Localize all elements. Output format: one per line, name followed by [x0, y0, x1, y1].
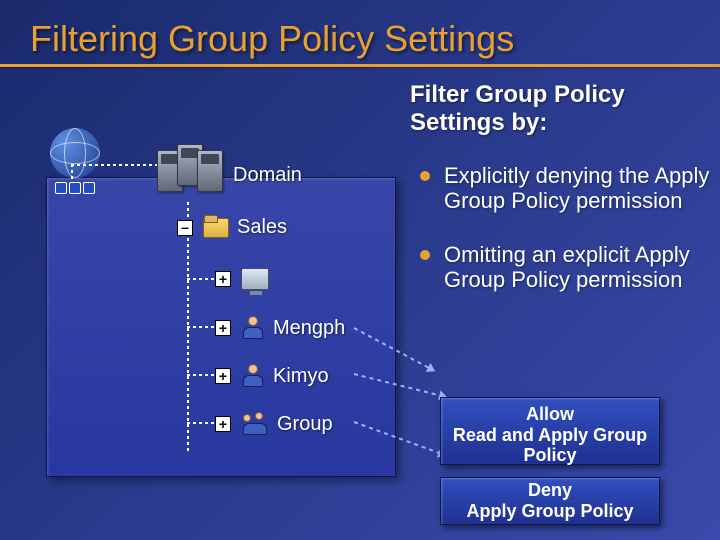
connector-line [71, 164, 157, 166]
permission-deny-box: Deny Apply Group Policy [440, 477, 660, 525]
bullet-dot-icon [420, 171, 430, 181]
perm-line: Allow [445, 404, 655, 425]
tree-node-computer: + [215, 268, 277, 290]
tree-node-group: + Group [215, 412, 333, 436]
node-label: Sales [237, 216, 287, 239]
computer-icon [241, 268, 269, 290]
perm-line: Apply Group Policy [466, 501, 633, 522]
group-icon [241, 412, 269, 436]
expand-icon: + [215, 271, 231, 287]
domain-label: Domain [233, 164, 302, 187]
collapse-icon: – [177, 220, 193, 236]
expand-icon: + [215, 320, 231, 336]
user-icon [241, 316, 265, 340]
domain-servers-icon [157, 144, 227, 198]
perm-line: Policy [445, 445, 655, 466]
tree-node-sales: – Sales [177, 216, 287, 239]
connector-line [187, 326, 215, 328]
perm-line: Read and Apply Group [445, 425, 655, 446]
bullet-text: Omitting an explicit Apply Group Policy … [444, 242, 710, 293]
perm-line: Deny [466, 480, 633, 501]
network-globe-icon [35, 128, 115, 190]
bullet-item: Omitting an explicit Apply Group Policy … [420, 242, 710, 293]
bullet-item: Explicitly denying the Apply Group Polic… [420, 163, 710, 214]
connector-line [187, 278, 215, 280]
bullet-list: Explicitly denying the Apply Group Polic… [420, 163, 710, 320]
expand-icon: + [215, 368, 231, 384]
folder-icon [203, 218, 229, 238]
node-label: Group [277, 413, 333, 436]
subtitle: Filter Group Policy Settings by: [410, 81, 690, 137]
permission-allow-box: Allow Read and Apply Group Policy [440, 397, 660, 465]
connector-line [187, 374, 215, 376]
node-label: Mengph [273, 317, 345, 340]
slide-title: Filtering Group Policy Settings [0, 0, 720, 64]
connector-line [71, 164, 73, 182]
bullet-text: Explicitly denying the Apply Group Polic… [444, 163, 710, 214]
connector-line [187, 422, 215, 424]
diagram-panel: Domain – Sales + + Mengph + Kimyo [46, 177, 396, 477]
user-icon [241, 364, 265, 388]
slide-body: Filter Group Policy Settings by: Explici… [0, 67, 720, 537]
tree-node-user-kimyo: + Kimyo [215, 364, 329, 388]
bullet-dot-icon [420, 250, 430, 260]
expand-icon: + [215, 416, 231, 432]
node-label: Kimyo [273, 365, 329, 388]
tree-node-user-mengph: + Mengph [215, 316, 345, 340]
